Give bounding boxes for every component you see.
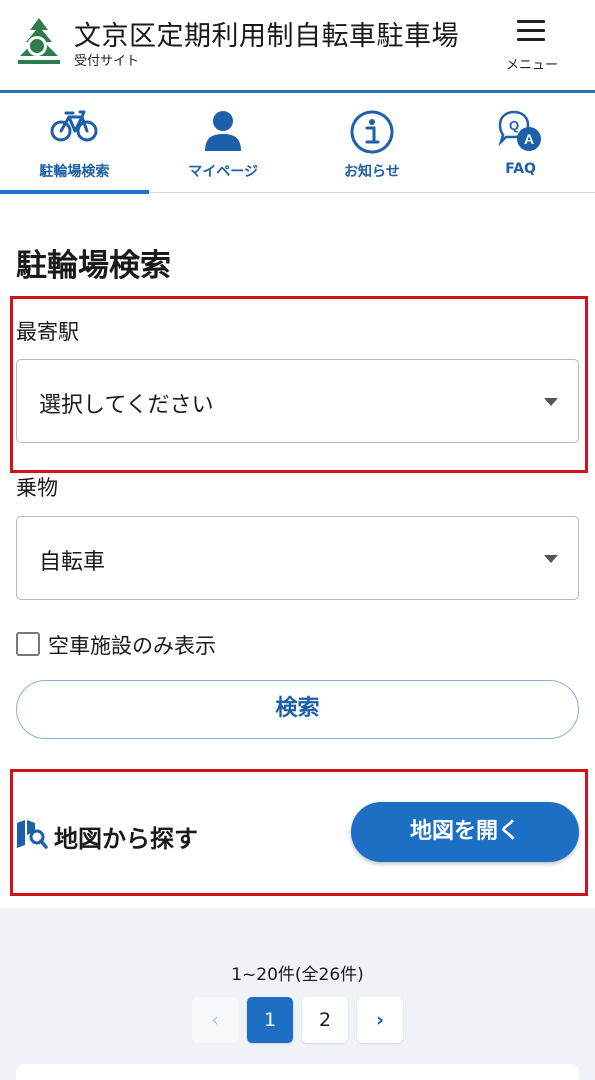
pagination-page-1[interactable]: 1 (247, 997, 293, 1043)
search-button[interactable]: 検索 (16, 680, 579, 739)
bunkyo-ward-logo-icon[interactable] (14, 16, 64, 66)
tab-parking-search[interactable]: 駐輪場検索 (0, 93, 149, 194)
result-card[interactable] (16, 1064, 579, 1080)
tab-faq[interactable]: Q A FAQ (446, 93, 595, 193)
tab-label: FAQ (505, 161, 536, 177)
vehicle-select[interactable]: 自転車 (16, 516, 579, 600)
station-select[interactable]: 選択してください (16, 359, 579, 443)
menu-label: メニュー (505, 58, 558, 73)
caret-down-icon (544, 398, 558, 406)
page-title: 駐輪場検索 (16, 248, 171, 284)
vehicle-label: 乗物 (16, 476, 58, 500)
vehicle-select-value: 自転車 (39, 550, 106, 575)
result-count: 1~20件(全26件) (231, 965, 364, 985)
tab-label: お知らせ (344, 164, 400, 180)
menu-button[interactable]: メニュー (500, 14, 564, 74)
site-title[interactable]: 文京区定期利用制自転車駐車場 (74, 14, 459, 53)
pagination-next-button[interactable]: › (357, 997, 403, 1043)
tab-mypage[interactable]: マイページ (149, 93, 298, 193)
map-search-label: 地図から探す (54, 825, 198, 853)
pagination-prev-button[interactable]: ‹ (192, 997, 238, 1043)
qa-bubble-icon: Q A (496, 109, 546, 159)
person-icon (203, 109, 243, 157)
site-subtitle: 受付サイト (74, 54, 140, 69)
map-search-icon (16, 819, 48, 853)
vacancy-checkbox[interactable] (16, 632, 40, 656)
bicycle-icon (50, 109, 98, 147)
svg-text:Q: Q (509, 118, 519, 133)
info-icon (349, 109, 395, 159)
results-section: 1~20件(全26件) ‹ 1 2 › (0, 908, 595, 1080)
caret-down-icon (544, 555, 558, 563)
main-nav-tabs: 駐輪場検索 マイページ お知らせ Q A FAQ (0, 93, 595, 194)
svg-text:A: A (524, 131, 534, 147)
open-map-button[interactable]: 地図を開く (351, 802, 579, 862)
pagination-page-2[interactable]: 2 (302, 997, 348, 1043)
site-header: 文京区定期利用制自転車駐車場 受付サイト メニュー (0, 0, 595, 90)
tab-news[interactable]: お知らせ (298, 93, 447, 193)
vacancy-checkbox-label[interactable]: 空車施設のみ表示 (48, 630, 216, 660)
hamburger-icon (517, 20, 545, 47)
tab-label: マイページ (188, 164, 258, 180)
station-select-value: 選択してください (39, 393, 214, 418)
station-label: 最寄駅 (16, 320, 79, 344)
tab-label: 駐輪場検索 (39, 164, 110, 180)
